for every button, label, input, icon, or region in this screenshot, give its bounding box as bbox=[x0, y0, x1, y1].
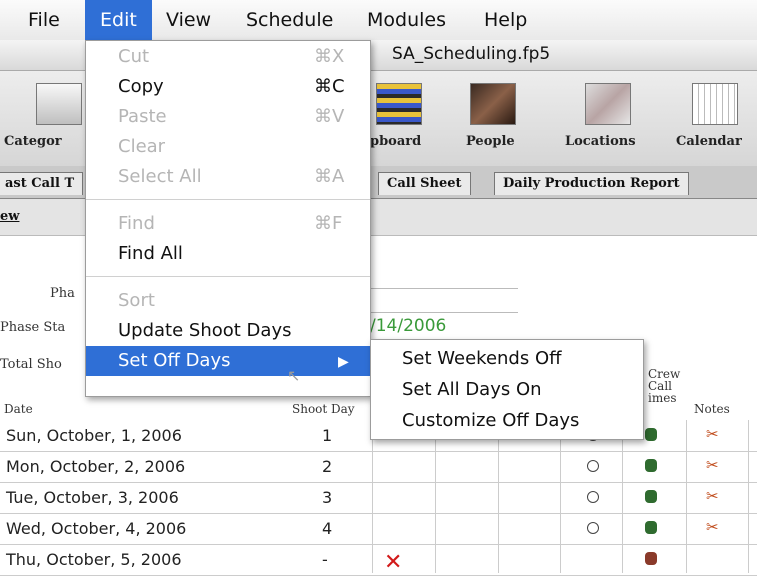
total-shoot-days-label: Total Sho bbox=[0, 357, 62, 372]
row-date: Sun, October, 1, 2006 bbox=[6, 426, 182, 445]
phase-field-line bbox=[370, 288, 518, 289]
menu-modules[interactable]: Modules bbox=[367, 0, 446, 40]
edit-menu-dropdown: Cut ⌘X Copy ⌘C Paste ⌘V Clear Select All… bbox=[85, 40, 371, 397]
table-row[interactable]: Mon, October, 2, 2006 2 ✂ bbox=[0, 451, 757, 483]
menu-separator bbox=[86, 199, 370, 200]
row-shoot-day: 4 bbox=[322, 519, 333, 538]
menu-edit[interactable]: Edit bbox=[85, 0, 152, 40]
stripboard-icon[interactable] bbox=[376, 83, 422, 125]
set-off-days-submenu: Set Weekends Off Set All Days On Customi… bbox=[370, 339, 644, 440]
submenu-arrow-icon: ▶ bbox=[338, 354, 349, 370]
tab-forecast-call-times[interactable]: ast Call T bbox=[0, 172, 84, 195]
row-shoot-day: 1 bbox=[322, 426, 333, 445]
phase-start-label: Phase Sta bbox=[0, 320, 66, 335]
notes-icon[interactable]: ✂ bbox=[706, 518, 719, 536]
crew-call-icon[interactable] bbox=[645, 521, 657, 534]
view-link[interactable]: ew bbox=[0, 209, 19, 224]
categories-icon[interactable] bbox=[36, 83, 82, 125]
menu-schedule[interactable]: Schedule bbox=[246, 0, 333, 40]
clock-icon[interactable] bbox=[587, 491, 599, 503]
toolbar-people-label[interactable]: People bbox=[466, 134, 515, 149]
header-notes: Notes bbox=[694, 402, 730, 416]
menu-item-find[interactable]: Find ⌘F bbox=[86, 209, 370, 239]
phase-field-line-2 bbox=[370, 312, 518, 313]
menu-item-find-all[interactable]: Find All bbox=[86, 239, 370, 269]
update-shoot-days-label: Update Shoot Days bbox=[118, 320, 292, 341]
submenu-set-weekends-off[interactable]: Set Weekends Off bbox=[402, 348, 562, 369]
row-date: Wed, October, 4, 2006 bbox=[6, 519, 187, 538]
menu-item-cut[interactable]: Cut ⌘X bbox=[86, 42, 370, 72]
copy-shortcut: ⌘C bbox=[314, 76, 345, 97]
crew-call-icon[interactable] bbox=[645, 428, 657, 441]
find-label: Find bbox=[118, 213, 155, 234]
menu-separator bbox=[86, 276, 370, 277]
calendar-icon[interactable] bbox=[692, 83, 738, 125]
tab-daily-production-report[interactable]: Daily Production Report bbox=[494, 172, 689, 195]
people-icon[interactable] bbox=[470, 83, 516, 125]
row-date: Tue, October, 3, 2006 bbox=[6, 488, 179, 507]
select-all-label: Select All bbox=[118, 166, 202, 187]
crew-call-icon[interactable] bbox=[645, 490, 657, 503]
tab-call-sheet[interactable]: Call Sheet bbox=[378, 172, 471, 195]
row-shoot-day: 2 bbox=[322, 457, 333, 476]
clock-icon[interactable] bbox=[587, 460, 599, 472]
mouse-cursor-icon: ↖ bbox=[287, 366, 301, 385]
menu-item-select-all[interactable]: Select All ⌘A bbox=[86, 162, 370, 192]
menu-item-paste[interactable]: Paste ⌘V bbox=[86, 102, 370, 132]
clock-icon[interactable] bbox=[587, 522, 599, 534]
toolbar-stripboard-label[interactable]: pboard bbox=[370, 134, 421, 149]
row-shoot-day: 3 bbox=[322, 488, 333, 507]
cut-label: Cut bbox=[118, 46, 150, 67]
select-all-shortcut: ⌘A bbox=[314, 166, 345, 187]
find-shortcut: ⌘F bbox=[314, 213, 343, 234]
table-row[interactable]: Tue, October, 3, 2006 3 ✂ bbox=[0, 482, 757, 514]
header-shoot-day: Shoot Day bbox=[292, 402, 355, 416]
phase-start-field[interactable]: /14/2006 bbox=[370, 316, 446, 336]
find-all-label: Find All bbox=[118, 243, 183, 264]
crew-call-icon[interactable] bbox=[645, 459, 657, 472]
submenu-set-all-days-on[interactable]: Set All Days On bbox=[402, 379, 542, 400]
menu-item-copy[interactable]: Copy ⌘C bbox=[86, 72, 370, 102]
menu-item-sort[interactable]: Sort bbox=[86, 286, 370, 316]
menu-item-set-off-days[interactable]: Set Off Days ▶ bbox=[86, 346, 370, 376]
menu-item-clear[interactable]: Clear bbox=[86, 132, 370, 162]
table-row[interactable]: Thu, October, 5, 2006 - bbox=[0, 544, 757, 576]
copy-label: Copy bbox=[118, 76, 164, 97]
header-date: Date bbox=[4, 402, 33, 416]
paste-shortcut: ⌘V bbox=[314, 106, 345, 127]
menu-file[interactable]: File bbox=[28, 0, 60, 40]
toolbar-categories-label[interactable]: Categor bbox=[4, 134, 62, 149]
menu-bar: File Edit View Schedule Modules Help bbox=[0, 0, 757, 41]
locations-icon[interactable] bbox=[585, 83, 631, 125]
row-date: Thu, October, 5, 2006 bbox=[6, 550, 182, 569]
notes-icon[interactable]: ✂ bbox=[706, 425, 719, 443]
header-crew-line-3: imes bbox=[648, 391, 677, 405]
paste-label: Paste bbox=[118, 106, 167, 127]
crew-call-icon[interactable] bbox=[645, 552, 657, 565]
menu-item-update-shoot-days[interactable]: Update Shoot Days bbox=[86, 316, 370, 346]
row-date: Mon, October, 2, 2006 bbox=[6, 457, 186, 476]
row-shoot-day: - bbox=[322, 550, 328, 569]
toolbar-locations-label[interactable]: Locations bbox=[565, 134, 636, 149]
table-row[interactable]: Wed, October, 4, 2006 4 ✂ bbox=[0, 513, 757, 545]
set-off-days-label: Set Off Days bbox=[118, 350, 231, 371]
phase-label: Pha bbox=[50, 286, 75, 301]
clear-label: Clear bbox=[118, 136, 166, 157]
menu-help[interactable]: Help bbox=[484, 0, 527, 40]
cut-shortcut: ⌘X bbox=[314, 46, 345, 67]
off-day-x-icon[interactable]: ✕ bbox=[384, 550, 402, 575]
header-crew-call-times: Crew Call imes bbox=[648, 368, 680, 404]
notes-icon[interactable]: ✂ bbox=[706, 456, 719, 474]
window-title: SA_Scheduling.fp5 bbox=[392, 44, 551, 64]
submenu-customize-off-days[interactable]: Customize Off Days bbox=[402, 410, 579, 431]
toolbar-calendar-label[interactable]: Calendar bbox=[676, 134, 742, 149]
sort-label: Sort bbox=[118, 290, 155, 311]
menu-view[interactable]: View bbox=[166, 0, 211, 40]
notes-icon[interactable]: ✂ bbox=[706, 487, 719, 505]
